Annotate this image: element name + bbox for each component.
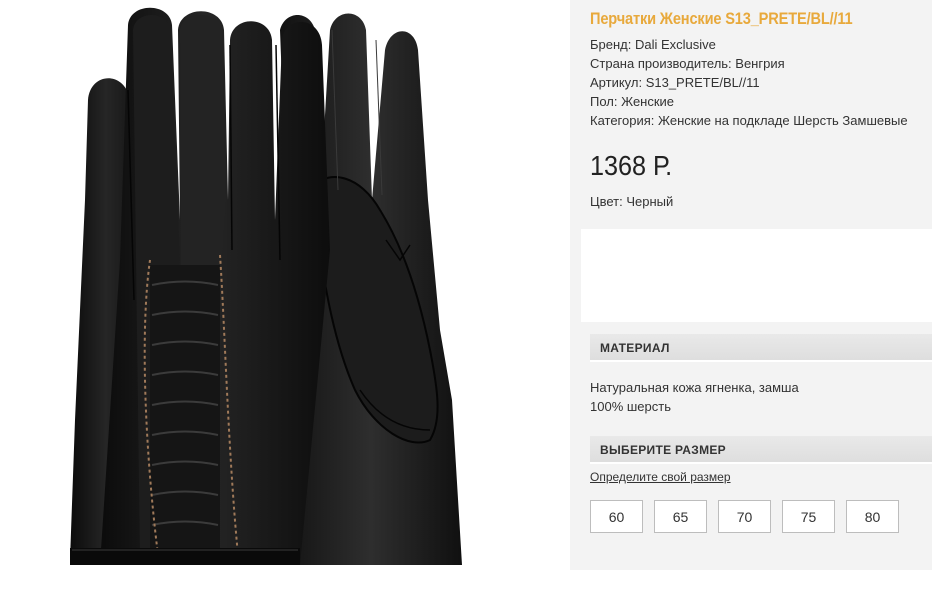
spec-gender: Пол: Женские xyxy=(590,94,675,109)
material-line: 100% шерсть xyxy=(590,399,671,414)
product-specs: Бренд: Dali Exclusive Страна производите… xyxy=(590,35,908,130)
material-description: Натуральная кожа ягненка, замша 100% шер… xyxy=(590,378,799,416)
spec-article: Артикул: S13_PRETE/BL//11 xyxy=(590,75,760,90)
product-image[interactable] xyxy=(0,0,580,570)
size-options: 60 65 70 75 80 xyxy=(590,500,899,533)
size-option-70[interactable]: 70 xyxy=(718,500,771,533)
empty-content-block xyxy=(581,229,932,322)
spec-category: Категория: Женские на подкладе Шерсть За… xyxy=(590,113,908,128)
glove-product-photo xyxy=(70,7,462,565)
size-option-80[interactable]: 80 xyxy=(846,500,899,533)
spec-country: Страна производитель: Венгрия xyxy=(590,56,785,71)
product-title: Перчатки Женские S13_PRETE/BL//11 xyxy=(590,9,853,28)
spec-brand: Бренд: Dali Exclusive xyxy=(590,37,716,52)
size-option-75[interactable]: 75 xyxy=(782,500,835,533)
front-glove xyxy=(70,7,330,565)
size-option-65[interactable]: 65 xyxy=(654,500,707,533)
product-price: 1368 Р. xyxy=(590,150,673,181)
product-info-panel: Перчатки Женские S13_PRETE/BL//11 Бренд:… xyxy=(570,0,932,570)
material-line: Натуральная кожа ягненка, замша xyxy=(590,380,799,395)
material-heading: МАТЕРИАЛ xyxy=(590,334,932,362)
size-heading: ВЫБЕРИТЕ РАЗМЕР xyxy=(590,436,932,464)
product-color: Цвет: Черный xyxy=(590,194,674,209)
size-guide-link[interactable]: Определите свой размер xyxy=(590,470,731,484)
size-option-60[interactable]: 60 xyxy=(590,500,643,533)
